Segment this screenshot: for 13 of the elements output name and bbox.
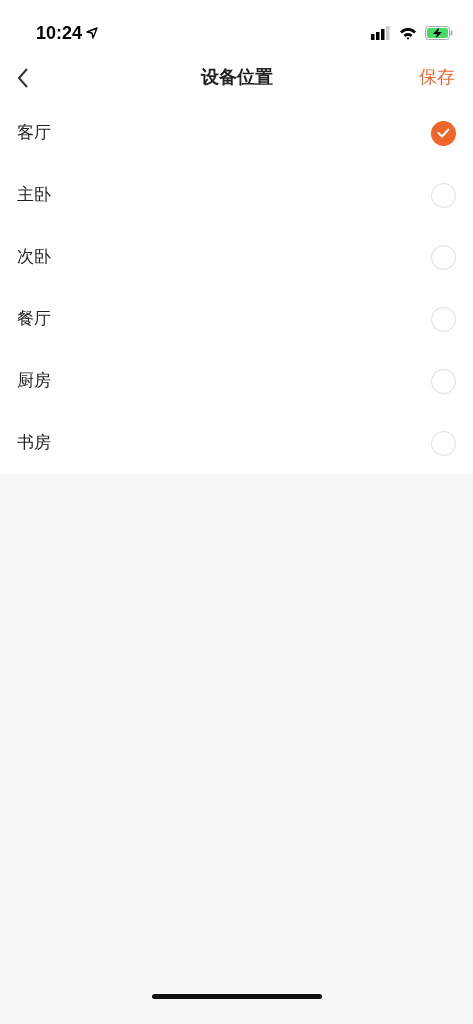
room-option[interactable]: 餐厅 xyxy=(17,306,51,332)
wifi-icon xyxy=(399,26,417,40)
location-arrow-icon xyxy=(86,27,99,39)
room-option[interactable]: 客厅 xyxy=(17,120,51,146)
room-option[interactable]: 次卧 xyxy=(17,244,51,270)
battery-charging-icon xyxy=(425,26,453,40)
radio-checked-icon[interactable] xyxy=(431,120,456,146)
room-option[interactable]: 主卧 xyxy=(17,182,51,208)
signal-icon xyxy=(371,26,391,40)
room-option[interactable]: 书房 xyxy=(17,430,51,456)
status-time: 10:24 xyxy=(36,21,83,45)
page-title: 设备位置 xyxy=(200,65,273,89)
room-option[interactable]: 厨房 xyxy=(17,368,51,394)
